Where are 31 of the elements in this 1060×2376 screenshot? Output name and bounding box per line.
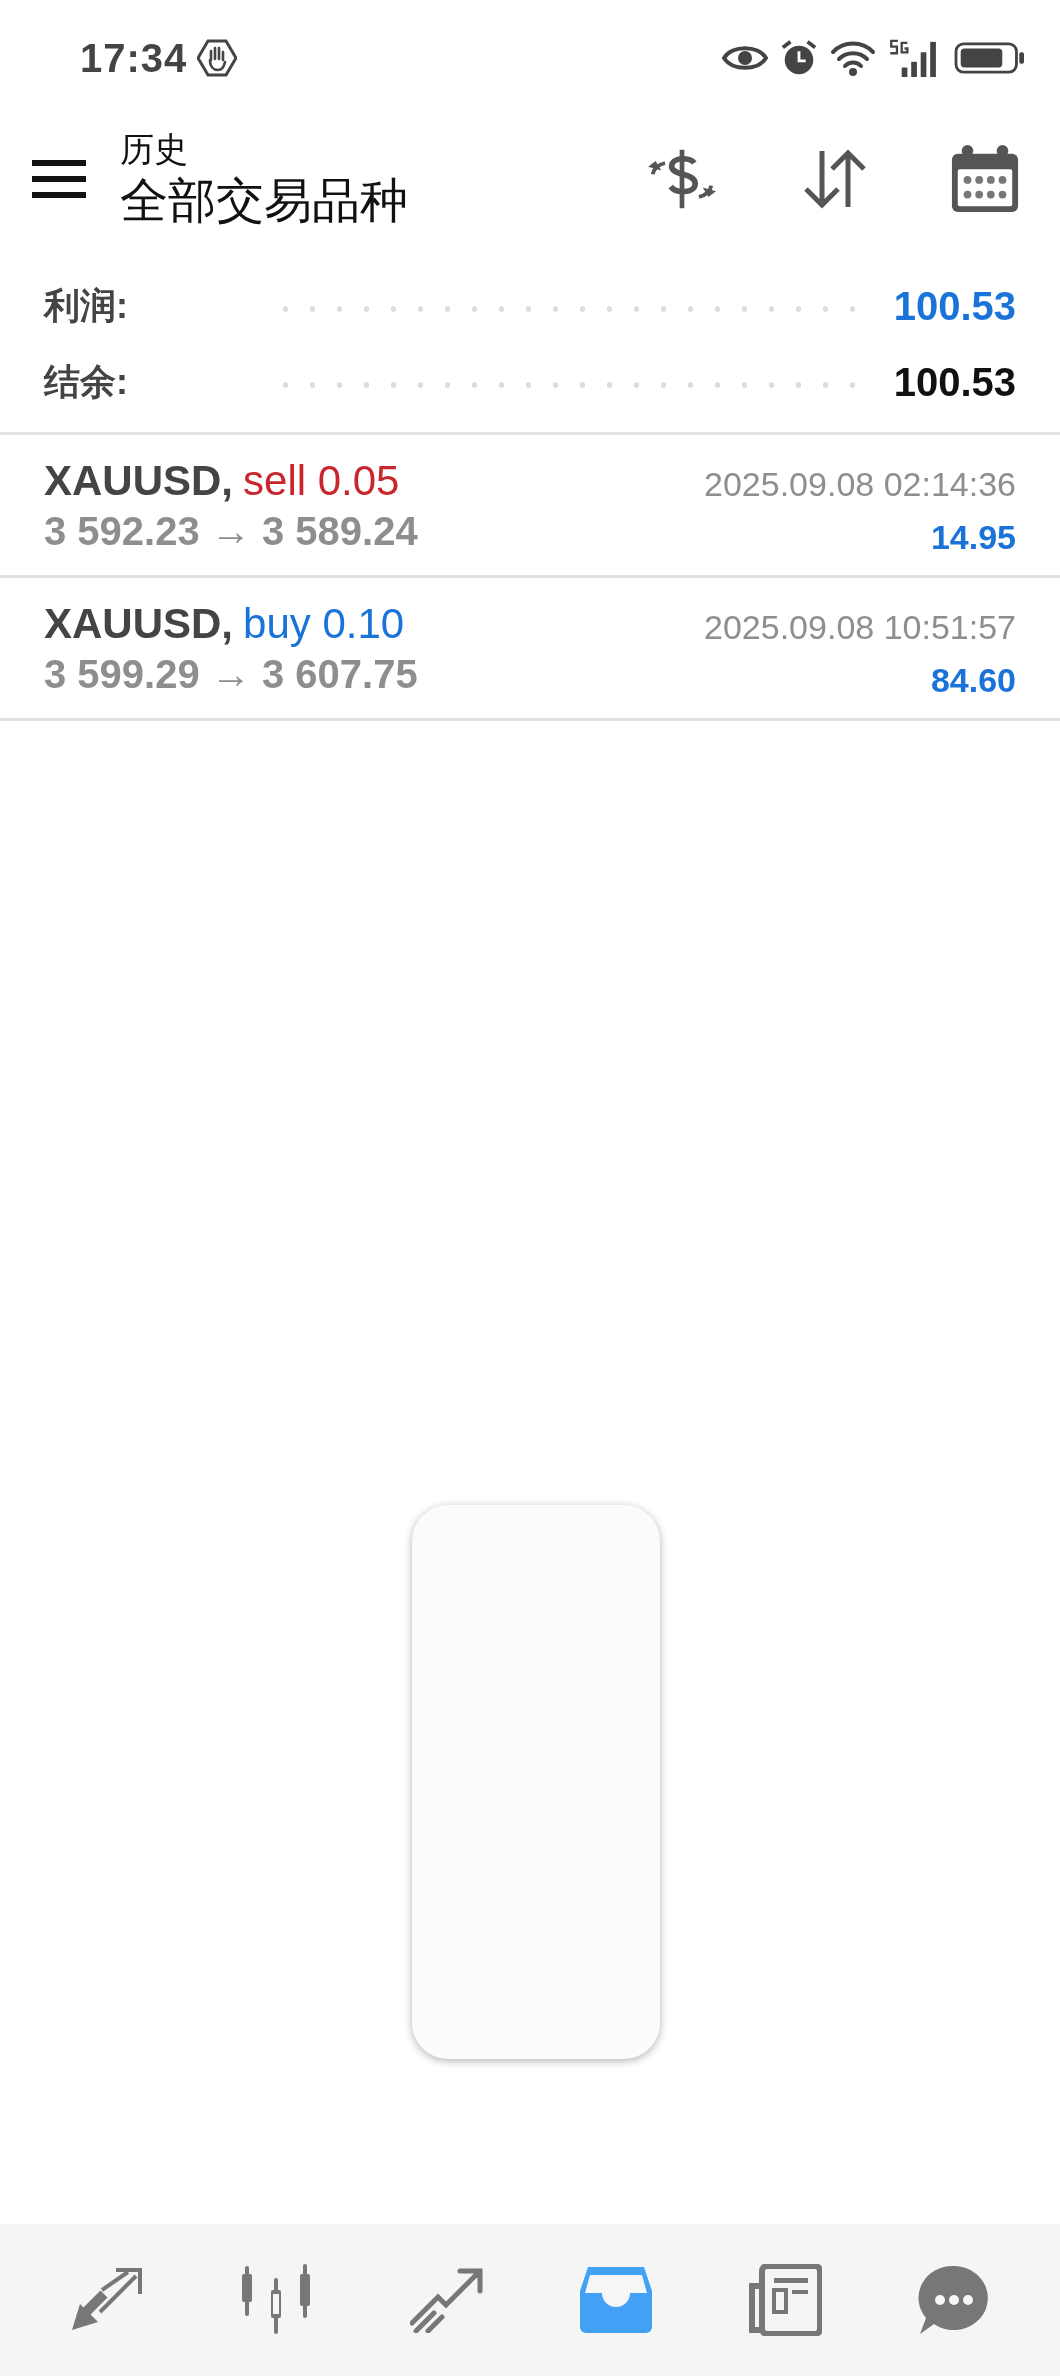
symbol-filter[interactable]: 全部交易品种	[120, 171, 644, 231]
wifi-icon	[830, 40, 876, 76]
deal-row[interactable]: XAUUSD, sell 0.05 3 592.23 → 3 589.24 2025.09.08 02:14:36 14.95	[0, 435, 1060, 578]
deal-profit: 14.95	[930, 518, 1016, 557]
inbox-icon[interactable]	[580, 2267, 652, 2333]
deal-profit: 84.60	[930, 661, 1016, 700]
alarm-icon	[780, 39, 818, 77]
summary-value: 100.53	[893, 359, 1016, 405]
deal-side: sell 0.05	[243, 457, 400, 505]
newspaper-icon[interactable]	[748, 2264, 822, 2336]
screen-title: 历史	[120, 129, 189, 170]
hand-icon	[197, 38, 238, 78]
deal-symbol: XAUUSD,	[44, 600, 234, 648]
deal-time: 2025.09.08 10:51:57	[704, 608, 1016, 647]
eye-icon	[722, 43, 768, 73]
deal-time: 2025.09.08 02:14:36	[704, 465, 1016, 504]
battery-icon	[954, 41, 1026, 75]
trend-arrow-icon[interactable]	[410, 2267, 484, 2333]
trade-arrows-icon[interactable]	[70, 2268, 142, 2332]
deal-prices: 3 599.29 → 3 607.75	[44, 652, 418, 697]
chat-bubble-icon[interactable]	[918, 2264, 990, 2336]
deal-row[interactable]: XAUUSD, buy 0.10 3 599.29 → 3 607.75 2025.09.08 10:51:57 84.60	[0, 578, 1060, 721]
summary-value: 100.53	[893, 283, 1016, 329]
deal-prices: 3 592.23 → 3 589.24	[44, 509, 418, 554]
menu-icon[interactable]	[32, 159, 86, 199]
deal-symbol: XAUUSD,	[44, 457, 234, 505]
deal-side: buy 0.10	[243, 600, 405, 648]
summary-label: 利润:	[44, 283, 129, 328]
summary-label: 结余:	[44, 359, 129, 404]
calendar-icon[interactable]	[950, 144, 1020, 214]
clock-time: 17:34	[80, 35, 188, 81]
